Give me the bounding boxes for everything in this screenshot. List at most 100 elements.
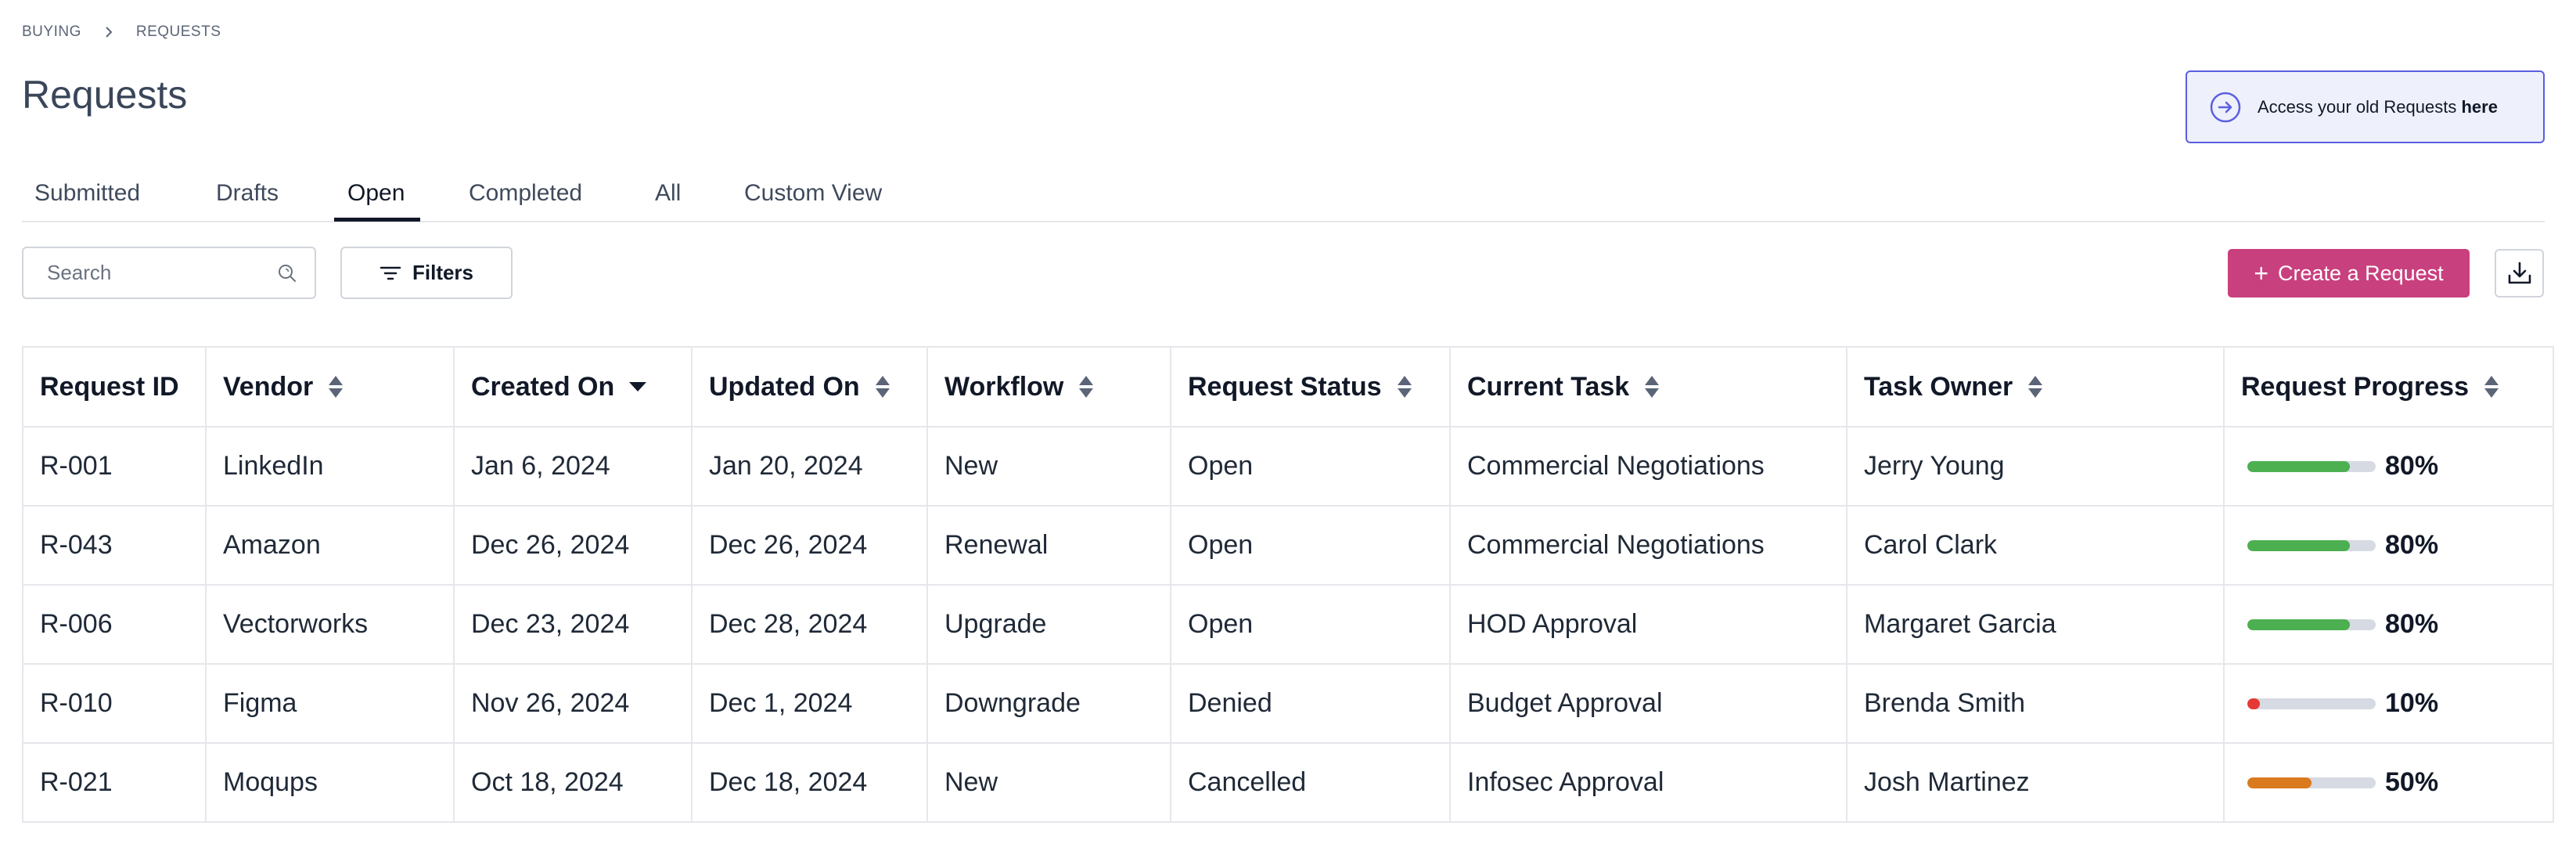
- workflow-cell: Upgrade: [926, 584, 1171, 665]
- tab-completed[interactable]: Completed: [469, 180, 582, 207]
- breadcrumb: BUYING REQUESTS: [22, 23, 221, 41]
- page-title: Requests: [22, 73, 188, 117]
- sort-icon: [1397, 376, 1412, 398]
- created-on-cell: Dec 23, 2024: [453, 584, 693, 665]
- created-on-cell: Dec 26, 2024: [453, 505, 693, 586]
- column-header-request-progress[interactable]: Request Progress: [2223, 346, 2554, 427]
- workflow-cell: Renewal: [926, 505, 1171, 586]
- current-task-cell: HOD Approval: [1449, 584, 1847, 665]
- status-cell: Cancelled: [1170, 742, 1451, 823]
- progress-bar: [2247, 619, 2376, 630]
- progress-percent: 80%: [2385, 609, 2439, 639]
- progress-bar-fill: [2247, 539, 2351, 551]
- task-owner-cell: Margaret Garcia: [1846, 584, 2225, 665]
- request-id-cell: R-001: [22, 426, 207, 507]
- table-row[interactable]: R-021 Moqups Oct 18, 2024 Dec 18, 2024 New Ca…: [22, 742, 2554, 823]
- search-input[interactable]: [47, 261, 277, 285]
- progress-bar-fill: [2247, 777, 2312, 788]
- column-header-updated-on[interactable]: Updated On: [691, 346, 928, 427]
- column-header-current-task[interactable]: Current Task: [1449, 346, 1847, 427]
- progress-bar: [2247, 539, 2376, 551]
- filters-button[interactable]: Filters: [340, 247, 513, 299]
- column-header-workflow[interactable]: Workflow: [926, 346, 1171, 427]
- updated-on-cell: Dec 1, 2024: [691, 663, 928, 744]
- view-tabs: Submitted Drafts Open Completed All Cust…: [22, 171, 2545, 222]
- filter-icon: [380, 266, 401, 280]
- workflow-cell: New: [926, 426, 1171, 507]
- progress-percent: 80%: [2385, 530, 2439, 560]
- updated-on-cell: Dec 26, 2024: [691, 505, 928, 586]
- create-request-label: Create a Request: [2278, 261, 2444, 285]
- progress-bar-fill: [2247, 698, 2261, 709]
- table-row[interactable]: R-043 Amazon Dec 26, 2024 Dec 26, 2024 Renew…: [22, 505, 2554, 586]
- progress-percent: 10%: [2385, 688, 2439, 718]
- column-header-request-status[interactable]: Request Status: [1170, 346, 1451, 427]
- column-header-request-id[interactable]: Request ID: [22, 346, 207, 427]
- table-row[interactable]: R-010 Figma Nov 26, 2024 Dec 1, 2024 Downgra…: [22, 663, 2554, 744]
- status-cell: Open: [1170, 505, 1451, 586]
- request-progress-cell: 10%: [2223, 663, 2554, 744]
- workflow-cell: New: [926, 742, 1171, 823]
- table-row[interactable]: R-001 LinkedIn Jan 6, 2024 Jan 20, 2024 New O…: [22, 426, 2554, 507]
- request-progress-cell: 50%: [2223, 742, 2554, 823]
- old-requests-text: Access your old Requests here: [2258, 96, 2498, 117]
- vendor-cell: Vectorworks: [205, 584, 455, 665]
- created-on-cell: Jan 6, 2024: [453, 426, 693, 507]
- status-cell: Denied: [1170, 663, 1451, 744]
- updated-on-cell: Jan 20, 2024: [691, 426, 928, 507]
- active-tab-indicator: [334, 218, 420, 222]
- updated-on-cell: Dec 28, 2024: [691, 584, 928, 665]
- vendor-cell: Moqups: [205, 742, 455, 823]
- sort-icon: [2484, 376, 2499, 398]
- current-task-cell: Commercial Negotiations: [1449, 426, 1847, 507]
- tab-all[interactable]: All: [655, 180, 681, 207]
- task-owner-cell: Carol Clark: [1846, 505, 2225, 586]
- request-id-cell: R-006: [22, 584, 207, 665]
- request-id-cell: R-021: [22, 742, 207, 823]
- progress-bar-fill: [2247, 619, 2351, 630]
- request-progress-cell: 80%: [2223, 426, 2554, 507]
- old-requests-callout[interactable]: Access your old Requests here: [2186, 70, 2545, 143]
- progress-bar-fill: [2247, 460, 2351, 472]
- download-button[interactable]: [2495, 249, 2544, 298]
- progress-percent: 80%: [2385, 451, 2439, 481]
- vendor-cell: LinkedIn: [205, 426, 455, 507]
- progress-bar: [2247, 777, 2376, 788]
- task-owner-cell: Josh Martinez: [1846, 742, 2225, 823]
- breadcrumb-item-requests[interactable]: REQUESTS: [136, 23, 221, 41]
- sort-descending-icon: [629, 382, 647, 391]
- create-request-button[interactable]: + Create a Request: [2228, 249, 2470, 298]
- chevron-right-icon: [106, 27, 113, 38]
- updated-on-cell: Dec 18, 2024: [691, 742, 928, 823]
- sort-icon: [2028, 376, 2043, 398]
- old-requests-link[interactable]: here: [2461, 97, 2497, 117]
- sort-icon: [1079, 376, 1094, 398]
- table-row[interactable]: R-006 Vectorworks Dec 23, 2024 Dec 28, 2024…: [22, 584, 2554, 665]
- tab-open[interactable]: Open: [347, 180, 405, 207]
- created-on-cell: Nov 26, 2024: [453, 663, 693, 744]
- filters-label: Filters: [412, 261, 474, 284]
- current-task-cell: Infosec Approval: [1449, 742, 1847, 823]
- table-header-row: Request ID Vendor Created On Updated On …: [22, 346, 2554, 427]
- vendor-cell: Amazon: [205, 505, 455, 586]
- search-icon[interactable]: [277, 263, 297, 283]
- current-task-cell: Commercial Negotiations: [1449, 505, 1847, 586]
- sort-icon: [875, 376, 890, 398]
- current-task-cell: Budget Approval: [1449, 663, 1847, 744]
- download-icon: [2508, 261, 2531, 284]
- column-header-vendor[interactable]: Vendor: [205, 346, 455, 427]
- search-box: [22, 247, 316, 299]
- progress-bar: [2247, 460, 2376, 472]
- request-id-cell: R-010: [22, 663, 207, 744]
- column-header-created-on[interactable]: Created On: [453, 346, 693, 427]
- sort-icon: [329, 376, 344, 398]
- column-header-task-owner[interactable]: Task Owner: [1846, 346, 2225, 427]
- status-cell: Open: [1170, 426, 1451, 507]
- tab-custom-view[interactable]: Custom View: [744, 180, 882, 207]
- progress-bar: [2247, 698, 2376, 709]
- tab-submitted[interactable]: Submitted: [34, 180, 140, 207]
- request-id-cell: R-043: [22, 505, 207, 586]
- tab-drafts[interactable]: Drafts: [216, 180, 279, 207]
- requests-table: Request ID Vendor Created On Updated On …: [22, 346, 2554, 823]
- breadcrumb-item-buying[interactable]: BUYING: [22, 23, 81, 41]
